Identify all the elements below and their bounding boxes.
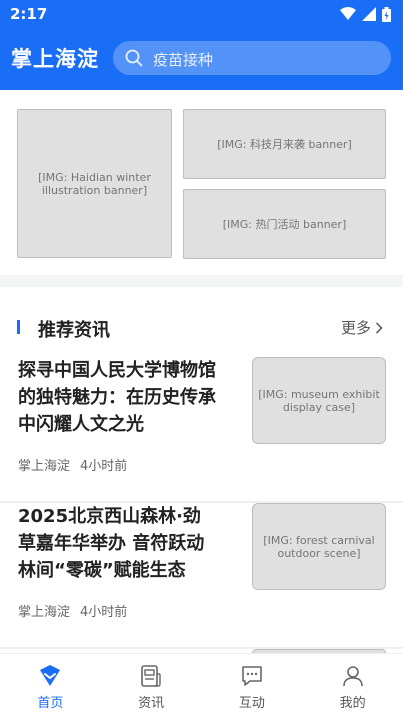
banner-hot-events-placeholder: [IMG: 热门活动 banner] [222,218,347,231]
tab-label: 资讯 [138,696,165,711]
news-source: 掌上海淀 [18,605,71,620]
news-icon [141,665,161,687]
signal-icon [362,7,376,21]
tab-interact[interactable]: 互动 [202,654,303,716]
news-time: 4小时前 [80,459,128,474]
search-input[interactable]: 疫苗接种 [113,41,391,75]
home-icon [40,665,61,686]
news-thumbnail-placeholder: [IMG: forest carnival outdoor scene] [263,533,375,560]
chat-icon [242,666,262,686]
news-meta: 掌上海淀 4小时前 [18,455,127,474]
banner-tech-month[interactable]: [IMG: 科技月来袭 banner] [183,109,386,179]
status-bar: 2:17 [0,0,403,28]
more-label: 更多 [340,319,371,337]
profile-icon [342,666,363,687]
tab-profile[interactable]: 我的 [302,654,403,716]
news-thumbnail: [IMG: museum exhibit display case] [252,357,386,444]
news-meta: 掌上海淀 4小时前 [18,601,127,620]
section-accent-bar [17,320,20,334]
tab-label: 我的 [339,696,366,711]
news-source: 掌上海淀 [18,459,71,474]
section-title: 推荐资讯 [38,320,110,341]
app-header: 掌上海淀 疫苗接种 [0,28,403,90]
bottom-tab-bar: 首页 资讯 互动 我的 [0,653,403,716]
tab-home[interactable]: 首页 [0,654,101,716]
tab-news[interactable]: 资讯 [101,654,202,716]
tab-label: 首页 [37,696,64,711]
news-time: 4小时前 [80,605,128,620]
section-divider [0,275,403,287]
banner-tech-month-placeholder: [IMG: 科技月来袭 banner] [217,138,352,151]
app-title: 掌上海淀 [11,47,99,71]
search-icon [125,49,143,67]
wifi-icon [340,7,356,20]
search-placeholder: 疫苗接种 [153,51,214,69]
more-button[interactable]: 更多 [341,317,383,338]
banner-haidian-placeholder: [IMG: Haidian winter illustration banner… [38,170,151,197]
news-title: 探寻中国人民大学博物馆的独特魅力：在历史传承中闪耀人文之光 [18,360,216,435]
status-time: 2:17 [10,5,48,23]
news-item[interactable]: 2025北京西山森林·劲草嘉年华举办 音符跃动林间“零碳”赋能生态 掌上海淀 4小… [0,503,403,649]
news-thumbnail-placeholder: [IMG: museum exhibit display case] [258,387,380,414]
banner-area: [IMG: Haidian winter illustration banner… [0,90,403,275]
banner-hot-events[interactable]: [IMG: 热门活动 banner] [183,189,386,259]
battery-icon [382,6,391,22]
recommended-news-header: 推荐资讯 更多 [0,287,403,367]
news-item[interactable]: 探寻中国人民大学博物馆的独特魅力：在历史传承中闪耀人文之光 掌上海淀 4小时前 [… [0,357,403,503]
tab-label: 互动 [238,696,265,711]
status-icons [340,6,391,22]
banner-haidian[interactable]: [IMG: Haidian winter illustration banner… [17,109,172,258]
chevron-right-icon [375,321,383,334]
news-title: 2025北京西山森林·劲草嘉年华举办 音符跃动林间“零碳”赋能生态 [18,506,205,581]
news-thumbnail: [IMG: forest carnival outdoor scene] [252,503,386,590]
